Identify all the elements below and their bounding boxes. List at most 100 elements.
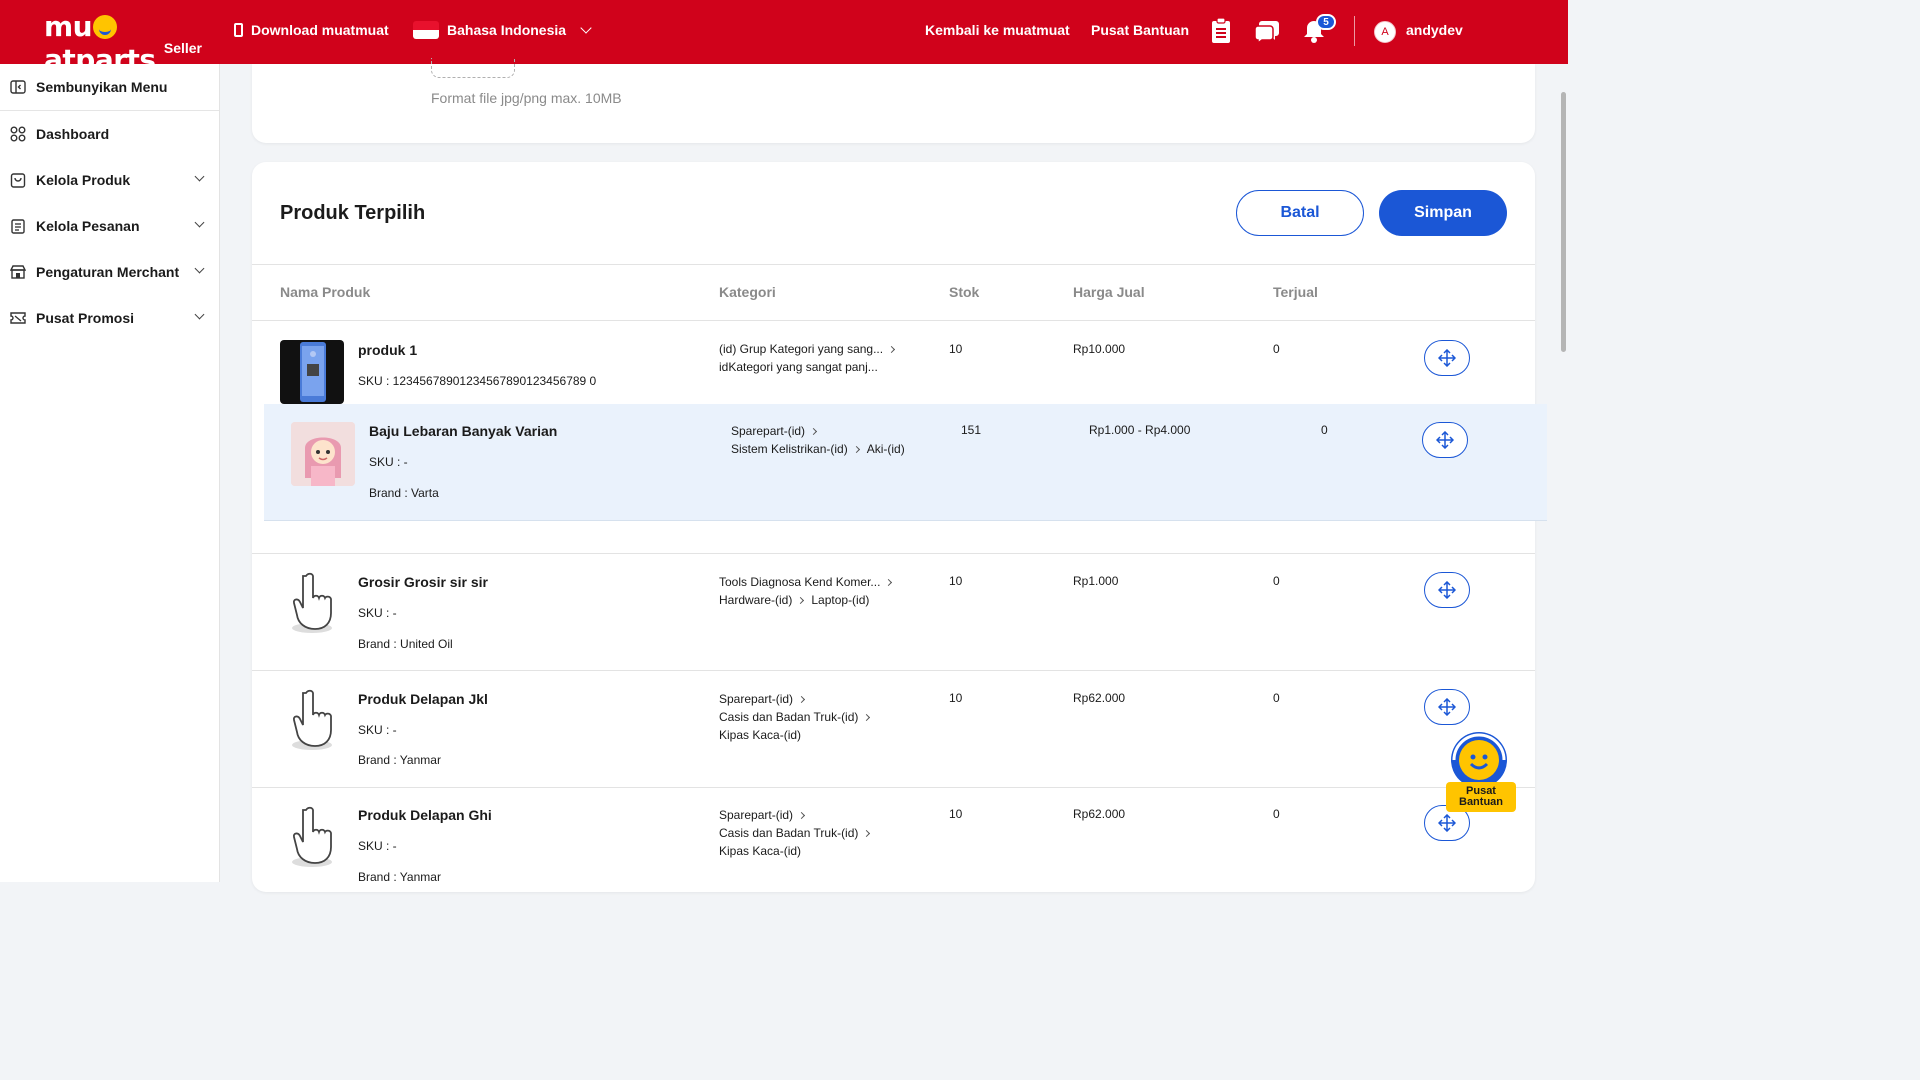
product-brand: Brand : Yanmar	[358, 870, 441, 884]
product-stock: 10	[949, 691, 963, 705]
column-header-category: Kategori	[719, 284, 776, 300]
product-sold: 0	[1273, 342, 1280, 356]
product-price: Rp62.000	[1073, 691, 1126, 705]
cancel-button[interactable]: Batal	[1236, 190, 1364, 236]
product-category: Sparepart-(id) Casis dan Badan Truk-(id)…	[719, 806, 877, 860]
column-header-stock: Stok	[949, 284, 980, 300]
product-name: Baju Lebaran Banyak Varian	[369, 423, 558, 439]
chevron-down-icon	[194, 309, 205, 320]
username-menu[interactable]: andydev	[1406, 22, 1463, 38]
table-row-dragging[interactable]: Baju Lebaran Banyak Varian SKU : - Brand…	[264, 404, 1547, 521]
product-sku: SKU : 12345678901234567890123456789 0	[358, 374, 597, 388]
column-header-sold: Terjual	[1273, 284, 1318, 300]
move-arrows-icon	[1438, 581, 1456, 599]
drag-handle-button[interactable]	[1422, 422, 1468, 458]
product-price: Rp1.000	[1073, 574, 1119, 588]
download-label: Download muatmuat	[251, 22, 389, 38]
upload-dropzone[interactable]	[431, 58, 515, 78]
help-center-float-button[interactable]: Pusat Bantuan	[1440, 730, 1520, 812]
product-sku: SKU : -	[369, 455, 408, 469]
orders-clipboard-icon[interactable]	[1210, 17, 1236, 46]
table-row: Produk Delapan Jkl SKU : - Brand : Yanma…	[252, 671, 1535, 787]
chevron-down-icon	[194, 171, 205, 182]
product-stock: 151	[961, 423, 982, 437]
divider	[252, 264, 1535, 265]
username-label: andydev	[1406, 22, 1463, 38]
column-header-name: Nama Produk	[280, 284, 371, 300]
notification-badge: 5	[1316, 14, 1336, 30]
product-brand: Brand : United Oil	[358, 637, 453, 651]
chevron-down-icon	[194, 217, 205, 228]
product-sold: 0	[1273, 574, 1280, 588]
drag-handle-button[interactable]	[1424, 689, 1470, 725]
sidebar-item-dashboard[interactable]: Dashboard	[0, 111, 219, 157]
store-icon	[10, 265, 26, 279]
divider	[252, 320, 1535, 321]
product-stock: 10	[949, 342, 963, 356]
grid-icon	[10, 126, 26, 142]
placeholder-hand-image	[280, 570, 344, 634]
product-sku: SKU : -	[358, 606, 397, 620]
placeholder-hand-image	[280, 804, 344, 868]
product-price: Rp1.000 - Rp4.000	[1089, 423, 1191, 437]
product-price: Rp10.000	[1073, 342, 1126, 356]
product-category: Sparepart-(id) Sistem Kelistrikan-(id) Ak…	[731, 424, 905, 456]
sidebar-item-kelola-produk[interactable]: Kelola Produk	[0, 157, 219, 203]
table-row: produk 1 SKU : 1234567890123456789012345…	[252, 332, 1535, 404]
move-arrows-icon	[1438, 698, 1456, 716]
bag-icon	[10, 173, 26, 188]
table-row: Grosir Grosir sir sir SKU : - Brand : Un…	[252, 554, 1535, 670]
product-name: Grosir Grosir sir sir	[358, 574, 488, 590]
sidebar-item-label: Pusat Promosi	[36, 310, 135, 326]
sidebar-item-kelola-pesanan[interactable]: Kelola Pesanan	[0, 203, 219, 249]
header-divider	[1354, 16, 1355, 46]
ticket-icon	[10, 312, 26, 324]
product-sold: 0	[1321, 423, 1328, 437]
sidebar-collapse-icon	[10, 80, 26, 94]
back-to-muatmuat-link[interactable]: Kembali ke muatmuat	[925, 22, 1070, 38]
product-category: (id) Grup Kategori yang sang... idKatego…	[719, 340, 902, 376]
logo-subtitle: Seller	[163, 40, 202, 56]
table-row: Produk Delapan Ghi SKU : - Brand : Yanma…	[252, 788, 1535, 888]
avatar[interactable]: A	[1374, 21, 1396, 43]
move-arrows-icon	[1438, 814, 1456, 832]
sidebar-item-pusat-promosi[interactable]: Pusat Promosi	[0, 295, 219, 341]
selected-products-card: Produk Terpilih Batal Simpan Nama Produk…	[252, 162, 1547, 892]
chat-icon[interactable]	[1254, 18, 1280, 46]
sidebar: Sembunyikan Menu Dashboard Kelola Produk…	[0, 64, 220, 882]
chevron-down-icon	[194, 263, 205, 274]
sidebar-item-hide-menu[interactable]: Sembunyikan Menu	[0, 64, 219, 110]
phone-icon	[234, 23, 243, 37]
product-name: Produk Delapan Ghi	[358, 807, 492, 823]
notification-bell-icon[interactable]: 5	[1302, 14, 1336, 46]
product-image	[280, 340, 344, 404]
product-image	[291, 422, 355, 486]
product-category: Sparepart-(id) Casis dan Badan Truk-(id)…	[719, 690, 877, 744]
sidebar-item-pengaturan-merchant[interactable]: Pengaturan Merchant	[0, 249, 219, 295]
column-header-price: Harga Jual	[1073, 284, 1145, 300]
smile-logo-icon	[93, 15, 118, 39]
save-button[interactable]: Simpan	[1379, 190, 1507, 236]
help-center-link[interactable]: Pusat Bantuan	[1091, 22, 1189, 38]
product-sold: 0	[1273, 807, 1280, 821]
drag-handle-button[interactable]	[1424, 340, 1470, 376]
placeholder-hand-image	[280, 687, 344, 751]
sidebar-item-label: Kelola Produk	[36, 172, 131, 188]
product-stock: 10	[949, 574, 963, 588]
top-navbar: muatparts Seller Download muatmuat Bahas…	[0, 0, 1568, 76]
language-selector[interactable]: Bahasa Indonesia	[413, 21, 592, 39]
drag-handle-button[interactable]	[1424, 572, 1470, 608]
download-app-link[interactable]: Download muatmuat	[234, 22, 389, 38]
help-float-label: Pusat Bantuan	[1446, 782, 1516, 812]
scrollbar-thumb[interactable]	[1561, 92, 1566, 352]
indonesia-flag-icon	[413, 21, 439, 39]
sidebar-item-label: Pengaturan Merchant	[36, 264, 180, 280]
product-name: Produk Delapan Jkl	[358, 691, 488, 707]
help-label: Pusat Bantuan	[1091, 22, 1190, 38]
muatparts-logo[interactable]: muatparts Seller	[44, 10, 204, 76]
product-sold: 0	[1273, 691, 1280, 705]
language-label: Bahasa Indonesia	[447, 22, 567, 38]
move-arrows-icon	[1436, 431, 1454, 449]
clipboard-icon	[11, 219, 25, 234]
sidebar-item-label: Sembunyikan Menu	[36, 79, 168, 95]
